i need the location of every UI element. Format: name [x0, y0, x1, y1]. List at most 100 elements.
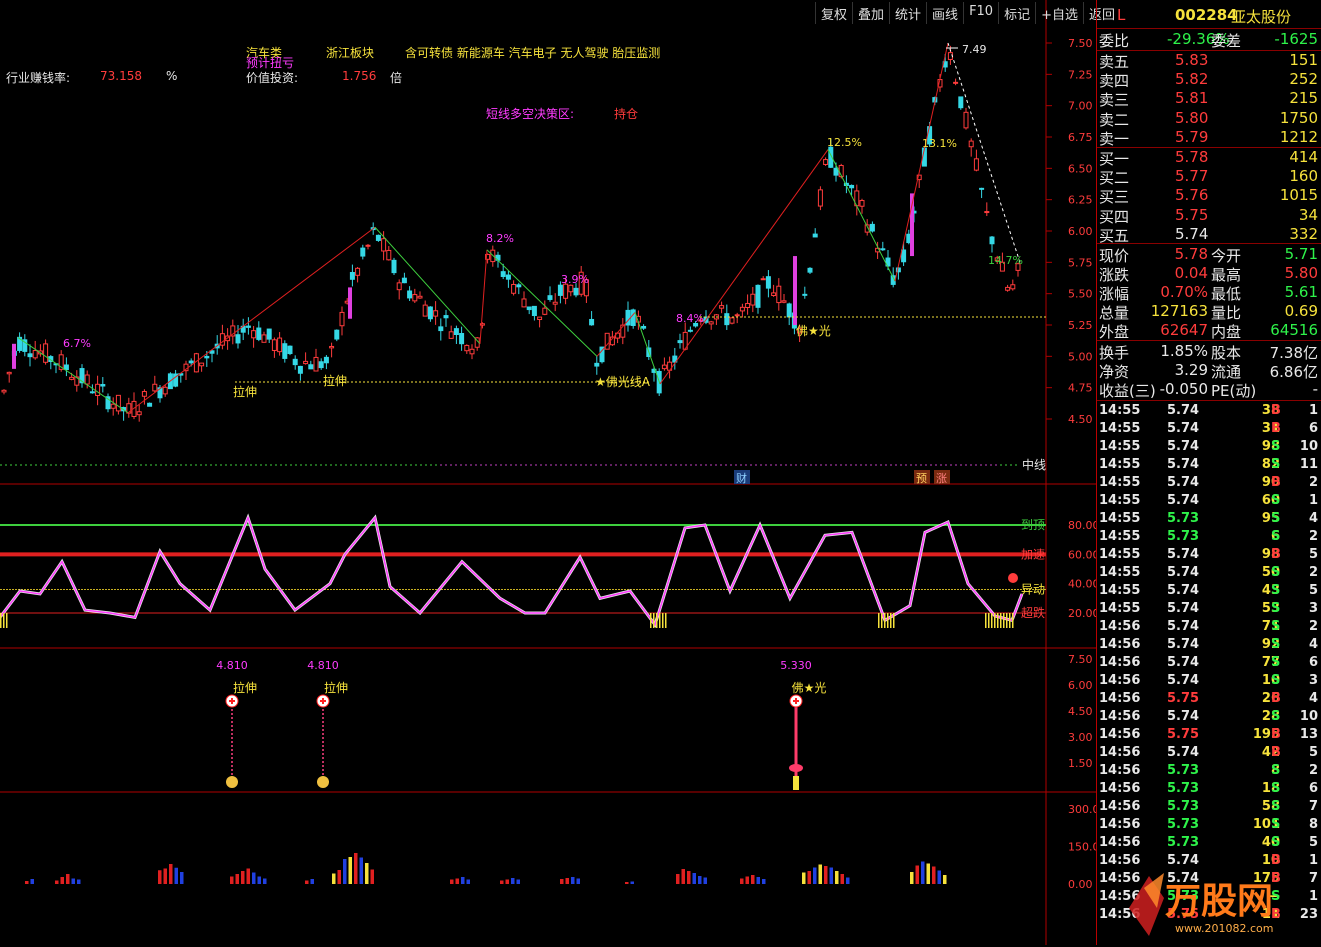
candle-body: [755, 284, 761, 308]
candle-body: [542, 307, 548, 315]
candle-body: [401, 277, 407, 284]
candle-body: [750, 293, 756, 306]
trend-line: [479, 249, 488, 344]
toolbar-button-0[interactable]: 复权: [815, 2, 852, 24]
candle-body: [427, 306, 433, 320]
volume-bar: [450, 879, 454, 884]
stat-value: 6.86亿: [1269, 363, 1318, 381]
volume-bar: [813, 867, 817, 884]
tick-price: 5.74: [1167, 475, 1200, 490]
volume-axis-label: 150.0: [1068, 841, 1096, 854]
tick-row: 14:55 5.73 6 S 2: [1097, 529, 1321, 547]
tick-time: 14:56: [1099, 619, 1141, 634]
osc-oversold-bar: [887, 613, 889, 628]
pct-label: 14.7%: [988, 254, 1023, 267]
pct-label: 6.7%: [63, 337, 91, 350]
osc-oversold-bar: [0, 613, 2, 628]
candle-body: [724, 313, 730, 326]
signal-bar: [793, 776, 799, 790]
tick-row: 14:56 5.74 77 S 6: [1097, 655, 1321, 673]
quote-row: 涨幅 0.70% 最低 5.61: [1097, 283, 1321, 303]
osc-axis-label: 40.00: [1068, 578, 1096, 591]
candle-body: [188, 360, 194, 364]
tick-price: 5.74: [1167, 565, 1200, 580]
tick-price: 5.74: [1167, 403, 1200, 418]
toolbar-button-6[interactable]: +自选: [1035, 2, 1083, 24]
volume-bar: [252, 872, 256, 884]
stat-value: 股本: [1211, 344, 1242, 362]
tick-side: S: [1271, 565, 1281, 580]
osc-oversold-bar: [985, 613, 987, 628]
tick-time: 14:55: [1099, 547, 1141, 562]
tick-count: 10: [1299, 439, 1318, 454]
candle-body: [464, 344, 470, 352]
volume-bar: [846, 877, 850, 884]
signal-axis-label: 1.50: [1068, 757, 1093, 770]
toolbar-button-5[interactable]: 标记: [998, 2, 1035, 24]
toolbar-button-1[interactable]: 叠加: [852, 2, 889, 24]
candle-body: [963, 111, 969, 129]
stat-label: 净资: [1099, 363, 1130, 381]
signal-cap-icon: [789, 764, 803, 772]
pct-label: 3.9%: [561, 273, 589, 286]
volume-bar: [77, 879, 81, 884]
candle-body: [812, 233, 818, 238]
tick-price: 5.73: [1167, 763, 1200, 778]
kline-chart[interactable]: 7.50 7.25 7.00 6.75 6.50 6.25 6.00 5.75 5.50 5.25…: [0, 0, 1096, 945]
quote-row: 现价 5.78 今开 5.71: [1097, 245, 1321, 265]
ask-volume: 252: [1289, 70, 1318, 89]
candle-body: [271, 339, 277, 351]
chart-area[interactable]: 7.50 7.25 7.00 6.75 6.50 6.25 6.00 5.75 5.50 5.25…: [0, 0, 1096, 945]
tick-count: 4: [1308, 511, 1318, 526]
candle-body: [63, 364, 69, 371]
candle-body: [339, 311, 345, 327]
osc-oversold-bar: [1009, 613, 1011, 628]
volume-bar: [158, 870, 162, 884]
toolbar-button-4[interactable]: F10: [963, 2, 998, 24]
tick-time: 14:55: [1099, 565, 1141, 580]
candle-body: [308, 364, 314, 370]
candle-body: [1, 389, 7, 393]
tick-side: B: [1271, 727, 1281, 742]
tick-row: 14:55 5.74 31 B 6: [1097, 421, 1321, 439]
volume-bar: [840, 874, 844, 884]
toolbar-button-2[interactable]: 统计: [889, 2, 926, 24]
ask-volume: 1212: [1279, 127, 1318, 146]
stat-value: 64516: [1270, 321, 1318, 339]
tick-price: 5.73: [1167, 835, 1200, 850]
volume-axis-label: 0.00: [1068, 878, 1093, 891]
price-axis-label: 4.75: [1068, 382, 1093, 395]
money-bag-icon: [226, 776, 238, 788]
tick-price: 5.74: [1167, 547, 1200, 562]
tick-side: S: [1271, 655, 1281, 670]
candle-body: [256, 327, 262, 340]
tick-price: 5.73: [1167, 781, 1200, 796]
stat-value: PE(动): [1211, 382, 1257, 400]
trend-line: [634, 312, 661, 385]
trend-line: [486, 249, 598, 357]
candle-body: [869, 223, 875, 232]
osc-axis-label: 60.00: [1068, 548, 1096, 561]
volume-bar: [676, 874, 680, 884]
tick-row: 14:55 5.73 95 S 4: [1097, 511, 1321, 529]
tick-price: 5.74: [1167, 457, 1200, 472]
volume-bar: [576, 878, 580, 884]
trend-line: [827, 149, 896, 282]
tick-time: 14:56: [1099, 763, 1141, 778]
marker-label: ★佛光线A: [595, 375, 651, 389]
tick-side: B: [1271, 691, 1281, 706]
industry-value: 73.158: [100, 69, 142, 83]
tick-time: 14:55: [1099, 457, 1141, 472]
tick-time: 14:56: [1099, 817, 1141, 832]
candle-body: [729, 317, 735, 324]
stat-label: 收益(三): [1099, 382, 1156, 400]
tick-side: S: [1271, 511, 1281, 526]
stat-label: 涨幅: [1099, 285, 1130, 303]
volume-bar: [337, 870, 341, 884]
stat-label: 外盘: [1099, 323, 1130, 341]
ask-label: 卖三: [1099, 91, 1130, 110]
stock-mark: L: [1117, 6, 1126, 24]
stat-label: 最低: [1211, 285, 1242, 303]
stat-value: 1.85%: [1160, 342, 1208, 360]
toolbar-button-3[interactable]: 画线: [926, 2, 963, 24]
